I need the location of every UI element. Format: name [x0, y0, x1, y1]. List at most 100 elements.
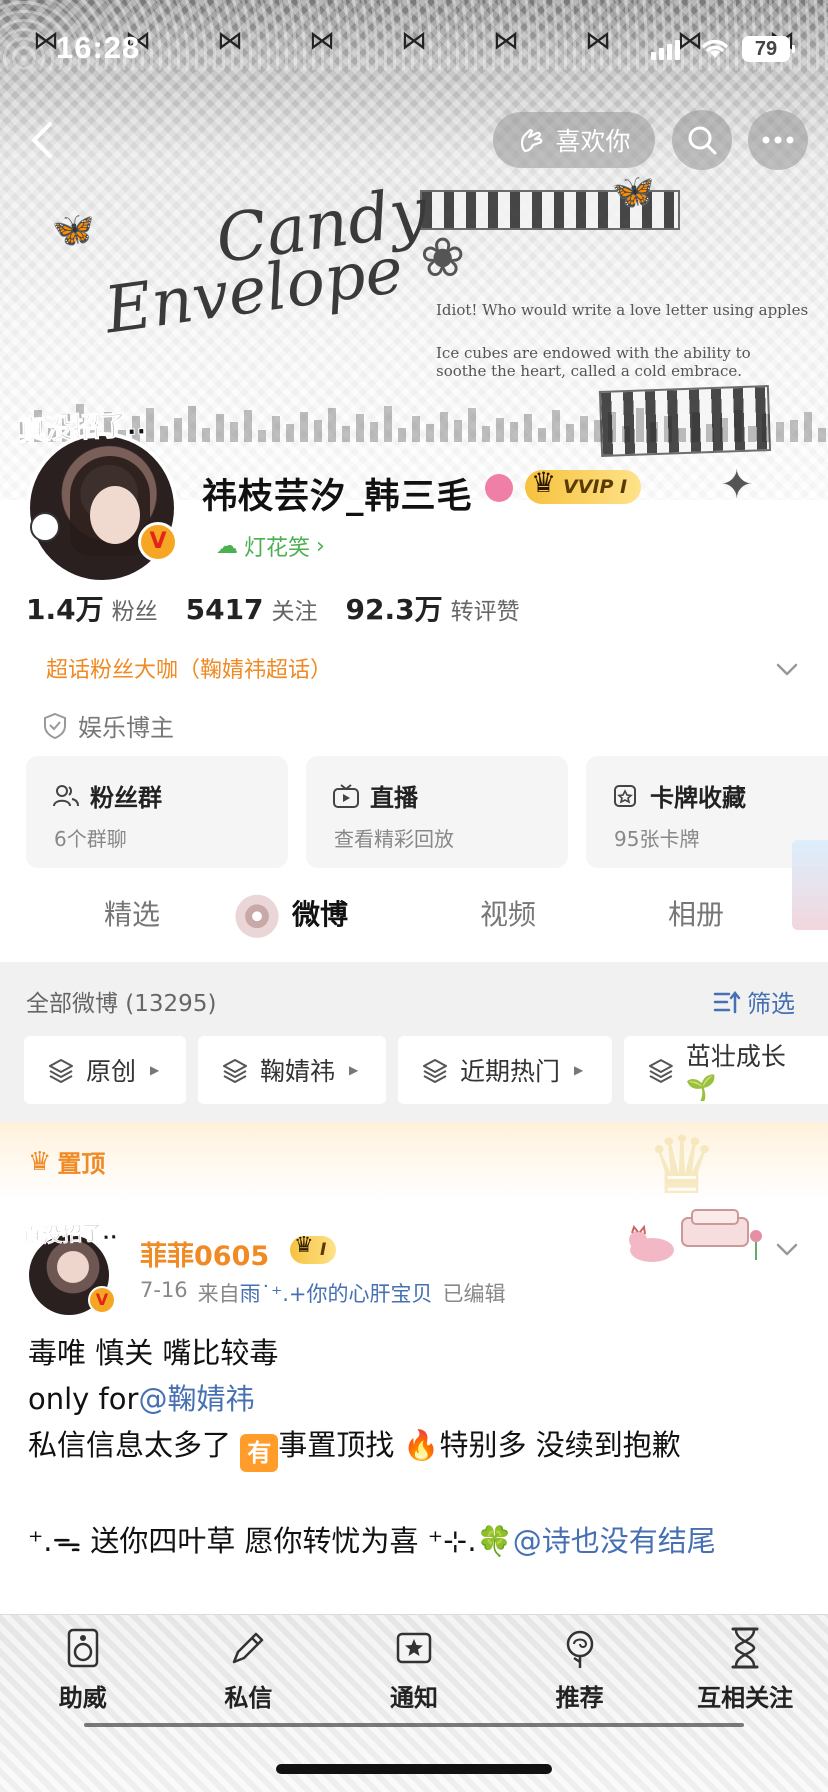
tab-featured[interactable]: 精选 — [38, 870, 226, 960]
verified-v-icon: V — [138, 522, 178, 562]
stat-followers[interactable]: 1.4万 粉丝 — [26, 588, 158, 628]
certification-label: 娱乐博主 — [78, 714, 174, 742]
stat-following[interactable]: 5417 关注 — [186, 592, 318, 626]
layers-icon — [49, 1059, 73, 1083]
cat-pillow-decoration — [622, 1196, 772, 1276]
hand-heart-icon — [521, 129, 543, 153]
mention-link[interactable]: @诗也没有结尾 — [513, 1524, 716, 1558]
post-line-2: only for@鞠婧祎 — [28, 1382, 255, 1416]
like-button[interactable]: 喜欢你 — [493, 112, 655, 168]
like-label: 喜欢你 — [555, 127, 631, 156]
pinned-label: ♛ 置顶 — [28, 1146, 106, 1179]
action-cheer[interactable]: 助威 — [8, 1622, 158, 1713]
tv-icon — [333, 783, 359, 808]
post-edited: 已编辑 — [442, 1282, 506, 1306]
post-line-4: ⁺.ᯓ 送你四叶草 愿你转忧为喜 ⁺⊹.🍀@诗也没有结尾 — [28, 1524, 716, 1558]
post-author-name[interactable]: 菲菲0605 — [140, 1234, 269, 1273]
triangle-right-icon: ▶ — [574, 1063, 584, 1077]
action-recommend[interactable]: 推荐 — [505, 1622, 655, 1713]
chevron-down-icon — [776, 663, 798, 676]
certification: 娱乐博主 — [42, 708, 174, 743]
mention-link[interactable]: @鞠婧祎 — [138, 1382, 254, 1416]
people-icon — [53, 784, 79, 806]
chevron-left-icon — [32, 122, 52, 158]
username: 祎枝芸汐_韩三毛 — [202, 477, 473, 517]
rose-icon: ❀ — [420, 226, 466, 289]
bottom-actions: 助威 私信 通知 推荐 互相关注 — [0, 1622, 828, 1713]
star-card-icon — [386, 1622, 442, 1674]
pen-icon — [220, 1622, 276, 1674]
card-fan-group[interactable]: 粉丝群 6个群聊 — [26, 756, 288, 868]
home-indicator[interactable] — [276, 1764, 552, 1774]
chevron-right-icon: › — [316, 533, 325, 559]
avatar-sticker-text: 真没招了.. — [17, 407, 147, 448]
action-mutual-follow[interactable]: 互相关注 — [670, 1622, 820, 1713]
post-line-3: 私信信息太多了 有事置顶找 🔥特别多 没续到抱歉 — [28, 1422, 808, 1472]
chip-growing[interactable]: 茁壮成长🌱 — [624, 1036, 828, 1104]
post-source[interactable]: 雨˙⁺.+你的心肝宝贝 — [240, 1282, 433, 1306]
shield-icon — [44, 712, 66, 739]
tab-album[interactable]: 相册 — [602, 870, 790, 960]
triangle-right-icon: ▶ — [150, 1063, 160, 1077]
chevron-down-icon — [776, 1243, 798, 1256]
post-line-1: 毒唯 慎关 嘴比较毒 — [28, 1336, 279, 1370]
post-menu-button[interactable] — [774, 1236, 800, 1262]
layers-icon — [423, 1059, 447, 1083]
you-badge-icon: 有 — [240, 1434, 279, 1472]
layers-icon — [648, 1059, 673, 1083]
banner-title-art: Candy Envelope — [92, 173, 439, 349]
chip-ju-jingyi[interactable]: 鞠婧祎 ▶ — [198, 1036, 386, 1104]
all-weibo-count: 全部微博 (13295) — [26, 991, 217, 1017]
status-time: 16:28 — [56, 30, 141, 65]
verified-v-icon: V — [88, 1286, 116, 1314]
post-vip-badge[interactable]: I — [290, 1232, 337, 1264]
vip-badge[interactable]: VVIP I — [525, 466, 642, 504]
group-link-label: 灯花笑 — [244, 536, 311, 561]
wifi-icon — [700, 36, 730, 60]
cloud-icon: ☁ — [216, 533, 238, 559]
speaker-icon — [55, 1622, 111, 1674]
profile-stats: 1.4万 粉丝 5417 关注 92.3万 转评赞 — [26, 588, 520, 628]
feature-cards: 粉丝群 6个群聊 直播 查看精彩回放 卡牌收藏 95张卡牌 — [26, 756, 828, 930]
triangle-right-icon: ▶ — [349, 1063, 359, 1077]
expand-profile-button[interactable] — [774, 656, 800, 682]
profile-tabs: 精选 微博 视频 相册 — [0, 870, 828, 960]
chip-recent-hot[interactable]: 近期热门 ▶ — [398, 1036, 612, 1104]
tab-video[interactable]: 视频 — [414, 870, 602, 960]
hourglass-icon — [717, 1622, 773, 1674]
rose-icon — [552, 1622, 608, 1674]
battery-icon: 79 — [742, 36, 795, 62]
filter-button[interactable]: 筛选 — [713, 984, 795, 1019]
chip-original[interactable]: 原创 ▶ — [24, 1036, 186, 1104]
card-live[interactable]: 直播 查看精彩回放 — [306, 756, 568, 868]
stat-interactions[interactable]: 92.3万 转评赞 — [346, 588, 520, 628]
superfan-label[interactable]: 超话粉丝大咖（鞠婧祎超话） — [46, 652, 332, 684]
more-dots-icon — [762, 136, 794, 144]
action-message[interactable]: 私信 — [173, 1622, 323, 1713]
tab-weibo[interactable]: 微博 — [226, 870, 414, 960]
layers-icon — [223, 1059, 247, 1083]
filter-chips: 原创 ▶ 鞠婧祎 ▶ 近期热门 ▶ 茁壮成长🌱 — [24, 1036, 828, 1104]
search-icon — [688, 126, 717, 155]
group-link[interactable]: ☁ 灯花笑 › — [216, 530, 325, 562]
search-button[interactable] — [672, 110, 732, 170]
post-meta: 7-16 来自雨˙⁺.+你的心肝宝贝 已编辑 — [140, 1278, 506, 1308]
signal-icon — [651, 40, 681, 60]
back-button[interactable] — [22, 118, 62, 162]
star-icon: ✦ — [720, 462, 754, 500]
more-button[interactable] — [748, 110, 808, 170]
post-avatar-sticker-text: 真没招了.. — [21, 1219, 118, 1249]
action-notifications[interactable]: 通知 — [339, 1622, 489, 1713]
crown-icon: ♛ — [28, 1146, 52, 1177]
card-collection[interactable]: 卡牌收藏 95张卡牌 — [586, 756, 828, 930]
post-from-prefix: 来自 — [197, 1282, 240, 1306]
banner-quote-1: Idiot! Who would write a love letter usi… — [436, 301, 809, 319]
post-date: 7-16 — [140, 1278, 188, 1302]
decorative-divider — [84, 1723, 744, 1727]
search-badge-icon[interactable] — [485, 474, 513, 502]
filter-icon — [713, 990, 741, 1013]
butterfly-icon: 🦋 — [612, 172, 655, 212]
butterfly-icon: 🦋 — [52, 210, 95, 250]
card-icon — [614, 784, 636, 807]
status-bar: 16:28 79 — [0, 30, 828, 70]
